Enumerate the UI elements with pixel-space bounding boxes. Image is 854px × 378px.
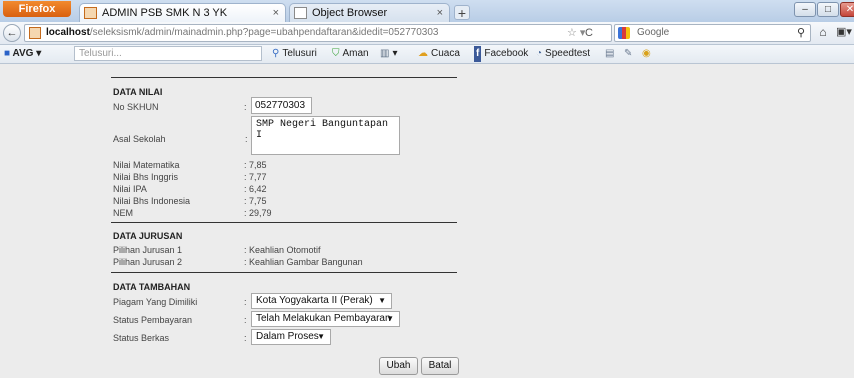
label-asal-sekolah: Asal Sekolah [113,134,166,144]
search-engine-label: Google [637,27,670,38]
avg-logo[interactable]: ■ AVG ▾ [4,46,41,62]
avg-notes-icon[interactable]: ▤ [605,46,617,62]
bookmark-star-icon[interactable]: ☆ ▾ [567,25,585,41]
chevron-down-icon: ▼ [378,296,386,305]
label-status-berkas: Status Berkas [113,333,170,343]
page-icon [294,7,307,19]
status-berkas-select[interactable]: Dalam Proses ▼ [251,329,331,345]
label-piagam: Piagam Yang Dimiliki [113,297,198,307]
browser-title-bar: Firefox ADMIN PSB SMK N 3 YK × Object Br… [0,0,854,22]
label-pilihan-jurusan-1: Pilihan Jurusan 1 [113,245,183,255]
reload-icon[interactable]: C [585,25,593,41]
divider [111,77,457,78]
no-skhun-input[interactable]: 052770303 [251,97,312,114]
navigation-bar: ← localhost/seleksismk/admin/mainadmin.p… [0,22,854,45]
value-nilai-matematika: : 7,85 [244,160,267,170]
avg-logo-icon: ■ [4,48,11,59]
tab-object-browser[interactable]: Object Browser × [289,3,450,22]
colon: : [244,297,247,307]
section-title-data-jurusan: DATA JURUSAN [113,231,183,241]
avg-search-input[interactable]: Telusuri... [74,46,262,61]
value-nem: : 29,79 [244,208,272,218]
avg-edit-icon[interactable]: ✎ [624,46,635,62]
section-title-data-nilai: DATA NILAI [113,87,163,97]
avg-chat-icon[interactable]: ◉ [642,46,654,62]
colon: : [244,102,247,112]
avg-trash-button[interactable]: ▥ ▾ [380,46,397,62]
window-minimize-button[interactable]: – [794,2,816,17]
label-no-skhun: No SKHUN [113,102,159,112]
label-nilai-bhs-indonesia: Nilai Bhs Indonesia [113,196,191,206]
divider [111,222,457,223]
label-nilai-matematika: Nilai Matematika [113,160,180,170]
search-icon: ⚲ [272,48,280,59]
search-icon[interactable]: ⚲ [797,25,805,41]
value-pilihan-jurusan-1: : Keahlian Otomotif [244,245,321,255]
tab-label: Object Browser [312,7,388,19]
tab-label: ADMIN PSB SMK N 3 YK [102,7,228,19]
colon: : [244,315,247,325]
piagam-select[interactable]: Kota Yogyakarta II (Perak) ▼ [251,293,392,309]
ubah-button[interactable]: Ubah [379,357,418,375]
label-status-pembayaran: Status Pembayaran [113,315,193,325]
value-nilai-bhs-inggris: : 7,77 [244,172,267,182]
bookmarks-menu-icon[interactable]: ▣▾ [834,25,854,42]
avg-facebook-button[interactable]: f Facebook [474,46,528,62]
batal-button[interactable]: Batal [421,357,459,375]
window-close-button[interactable]: ✕ [840,2,854,17]
value-nilai-bhs-indonesia: : 7,75 [244,196,267,206]
avg-speedtest-button[interactable]: ◔ Speedtest [536,46,590,62]
main-content: DATA NILAI No SKHUN : 052770303 Asal Sek… [0,64,854,378]
home-icon[interactable]: ⌂ [815,25,831,42]
window-maximize-button[interactable]: □ [817,2,839,17]
avg-safe-button[interactable]: ⛉ Aman [332,46,369,62]
tab-close-icon[interactable]: × [437,4,443,22]
colon: : [244,333,247,343]
google-icon[interactable] [618,27,630,39]
section-title-data-tambahan: DATA TAMBAHAN [113,282,191,292]
weather-icon: ☁ [418,48,428,59]
avg-weather-button[interactable]: ☁ Cuaca [418,46,460,62]
value-nilai-ipa: : 6,42 [244,184,267,194]
tab-admin-psb[interactable]: ADMIN PSB SMK N 3 YK × [79,3,286,22]
asal-sekolah-textarea[interactable]: SMP Negeri Banguntapan I [251,116,400,155]
shield-icon: ⛉ [332,48,340,59]
url-text: localhost/seleksismk/admin/mainadmin.php… [46,27,439,38]
back-button[interactable]: ← [3,24,21,42]
divider [111,272,457,273]
avg-toolbar: ■ AVG ▾ Telusuri... ⚲ Telusuri ⛉ Aman ▥ ▾ ☁… [0,45,854,64]
site-favicon-icon [29,27,41,39]
tab-close-icon[interactable]: × [273,4,279,22]
site-favicon-icon [84,7,97,19]
status-pembayaran-select[interactable]: Telah Melakukan Pembayaran ▼ [251,311,400,327]
chevron-down-icon: ▼ [317,332,325,341]
label-nilai-bhs-inggris: Nilai Bhs Inggris [113,172,179,182]
firefox-menu-button[interactable]: Firefox [3,1,71,17]
colon: : [245,134,248,144]
url-bar[interactable]: localhost/seleksismk/admin/mainadmin.php… [24,24,612,42]
speedtest-icon: ◔ [536,48,543,59]
new-tab-button[interactable]: + [454,5,470,20]
label-nem: NEM [113,208,133,218]
chevron-down-icon: ▼ [386,314,394,323]
label-pilihan-jurusan-2: Pilihan Jurusan 2 [113,257,183,267]
facebook-icon: f [474,46,482,62]
avg-search-button[interactable]: ⚲ Telusuri [272,46,317,62]
value-pilihan-jurusan-2: : Keahlian Gambar Bangunan [244,257,363,267]
trash-icon: ▥ [380,48,390,59]
label-nilai-ipa: Nilai IPA [113,184,147,194]
search-bar[interactable]: Google ⚲ [614,24,811,42]
